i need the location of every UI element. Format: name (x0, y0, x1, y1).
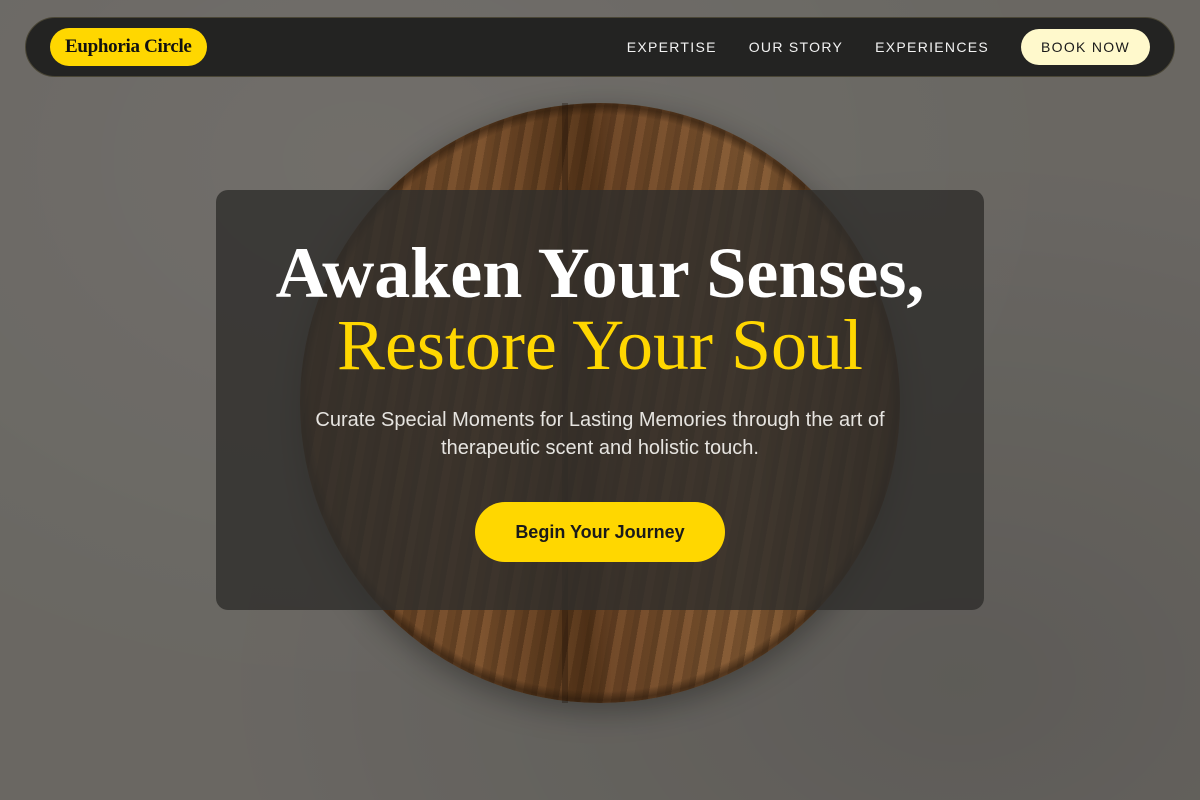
nav-links: EXPERTISE OUR STORY EXPERIENCES BOOK NOW (627, 29, 1150, 65)
nav-link-experiences[interactable]: EXPERIENCES (875, 39, 989, 55)
hero-card: Awaken Your Senses, Restore Your Soul Cu… (216, 190, 984, 610)
nav-link-expertise[interactable]: EXPERTISE (627, 39, 717, 55)
navbar: Euphoria Circle EXPERTISE OUR STORY EXPE… (25, 17, 1175, 77)
nav-link-our-story[interactable]: OUR STORY (749, 39, 843, 55)
book-now-button[interactable]: BOOK NOW (1021, 29, 1150, 65)
hero-title-line2: Restore Your Soul (336, 305, 864, 385)
begin-journey-button[interactable]: Begin Your Journey (475, 502, 725, 562)
brand-logo[interactable]: Euphoria Circle (50, 28, 207, 66)
hero-subtitle: Curate Special Moments for Lasting Memor… (315, 409, 885, 459)
hero-title-line1: Awaken Your Senses, (275, 233, 925, 313)
